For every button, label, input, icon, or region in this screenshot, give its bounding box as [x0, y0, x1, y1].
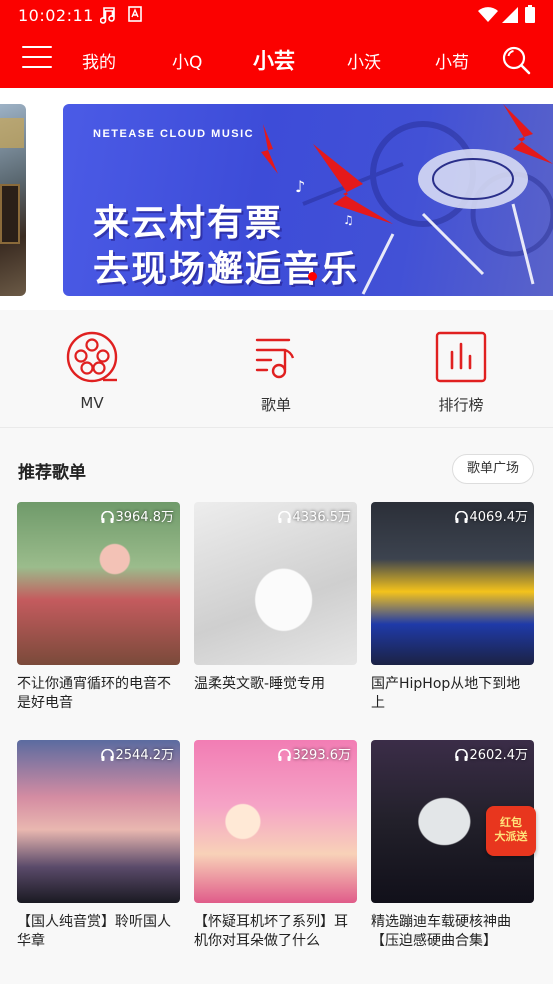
- previous-banner[interactable]: [0, 104, 26, 296]
- battery-icon: [525, 5, 535, 27]
- notification-icon: [128, 6, 142, 26]
- wifi-icon: [478, 7, 498, 27]
- section-title: 推荐歌单: [18, 463, 86, 483]
- menu-icon: [22, 46, 52, 48]
- playlist-cover: 3964.8万: [17, 502, 180, 665]
- playlist-cover: 2544.2万: [17, 740, 180, 903]
- headphones-icon: [277, 748, 291, 761]
- carousel-indicator: [308, 272, 317, 281]
- chart-label: 排行榜: [438, 396, 484, 414]
- playlist-card[interactable]: 4069.4万 国产HipHop从地下到地上: [371, 502, 534, 713]
- playlist-title: 精选蹦迪车载硬核神曲【压迫感硬曲合集】: [371, 914, 511, 949]
- tab-xiaogou[interactable]: 小苟: [435, 48, 469, 73]
- mv-label: MV: [80, 394, 104, 412]
- search-button[interactable]: [500, 44, 532, 76]
- playlist-cover: 4069.4万: [371, 502, 534, 665]
- playlist-title: 不让你通宵循环的电音不是好电音: [17, 676, 171, 711]
- promo-line-1: 红包: [500, 816, 522, 829]
- svg-text:♪: ♪: [295, 177, 305, 196]
- banner-brand: NETEASE CLOUD MUSIC: [93, 128, 255, 140]
- quick-entries: MV 歌单 排行榜: [0, 310, 553, 428]
- play-count: 2602.4万: [469, 748, 529, 763]
- banner-headline-2: 去现场邂逅音乐: [93, 249, 360, 290]
- tab-xiaowo[interactable]: 小沃: [347, 48, 381, 73]
- mv-entry[interactable]: MV: [42, 330, 142, 412]
- tab-xiaoyun[interactable]: 小芸: [253, 45, 295, 75]
- playlist-label: 歌单: [260, 396, 291, 414]
- playlist-card[interactable]: 3964.8万 不让你通宵循环的电音不是好电音: [17, 502, 180, 713]
- status-time: 10:02:11: [18, 6, 94, 25]
- banner-headline-1: 来云村有票: [93, 203, 284, 244]
- signal-icon: [502, 7, 518, 27]
- playlist-cover: 4336.5万: [194, 502, 357, 665]
- playlist-card[interactable]: 3293.6万 【怀疑耳机坏了系列】耳机你对耳朵做了什么: [194, 740, 357, 951]
- play-count: 3964.8万: [115, 510, 175, 525]
- playlist-icon: [255, 338, 295, 379]
- playlist-title: 国产HipHop从地下到地上: [371, 676, 521, 711]
- top-nav: 我的 小Q 小芸 小沃 小苟: [0, 36, 553, 84]
- headphones-icon: [100, 748, 114, 761]
- status-bar: 10:02:11: [0, 0, 553, 30]
- playlist-card[interactable]: 2544.2万 【国人纯音赏】聆听国人华章: [17, 740, 180, 951]
- banner-slide[interactable]: ♪ ♫ NETEASE CLOUD MUSIC 来云村有票 去现场邂逅音乐: [63, 104, 553, 296]
- headphones-icon: [454, 510, 468, 523]
- music-note-icon: [99, 6, 116, 28]
- svg-text:♫: ♫: [343, 213, 354, 227]
- film-reel-icon: [66, 331, 118, 383]
- playlist-card[interactable]: 4336.5万 温柔英文歌-睡觉专用: [194, 502, 357, 713]
- play-count: 2544.2万: [115, 748, 175, 763]
- red-packet-promo-button[interactable]: 红包 大派送: [486, 806, 536, 856]
- tab-xiaoq[interactable]: 小Q: [172, 48, 202, 73]
- banner-carousel[interactable]: ♪ ♫ NETEASE CLOUD MUSIC 来云村有票 去现场邂逅音乐: [0, 88, 553, 310]
- playlist-title: 温柔英文歌-睡觉专用: [194, 676, 326, 692]
- search-icon: [502, 46, 531, 75]
- chart-icon: [435, 331, 487, 383]
- menu-button[interactable]: [22, 46, 52, 72]
- play-count: 3293.6万: [292, 748, 352, 763]
- playlist-cover: 3293.6万: [194, 740, 357, 903]
- playlist-plaza-button[interactable]: 歌单广场: [452, 454, 534, 484]
- playlist-title: 【国人纯音赏】聆听国人华章: [17, 914, 171, 949]
- chart-entry[interactable]: 排行榜: [411, 330, 511, 415]
- headphones-icon: [100, 510, 114, 523]
- headphones-icon: [277, 510, 291, 523]
- app-header: 10:02:11 我的 小Q 小芸 小沃 小苟: [0, 0, 553, 88]
- play-count: 4069.4万: [469, 510, 529, 525]
- tab-wode[interactable]: 我的: [82, 48, 116, 73]
- playlist-entry[interactable]: 歌单: [226, 330, 326, 415]
- headphones-icon: [454, 748, 468, 761]
- play-count: 4336.5万: [292, 510, 352, 525]
- promo-line-2: 大派送: [494, 830, 528, 843]
- playlist-title: 【怀疑耳机坏了系列】耳机你对耳朵做了什么: [194, 914, 348, 949]
